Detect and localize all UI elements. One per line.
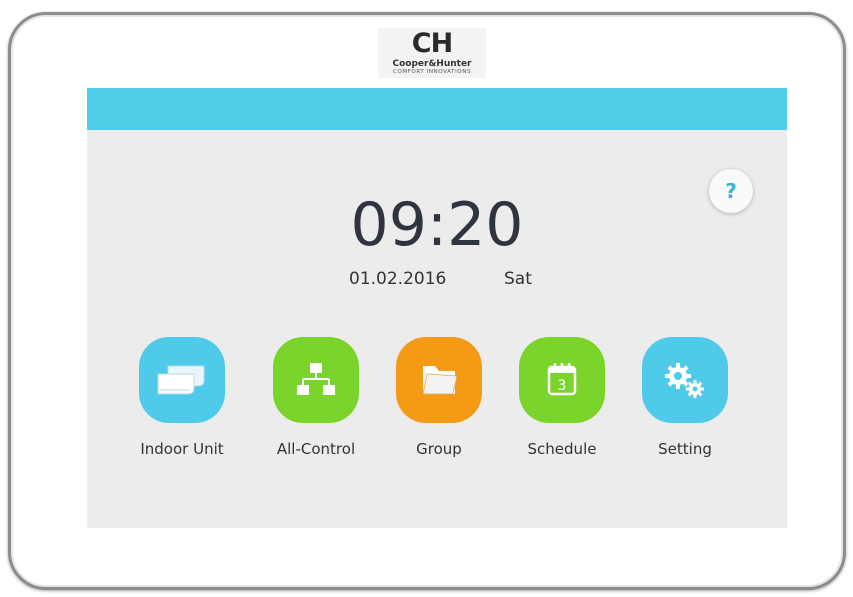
gears-icon	[665, 363, 704, 398]
clock-time: 09:20	[350, 190, 524, 260]
indoor-unit-icon	[157, 365, 205, 395]
top-bar	[87, 88, 787, 130]
touch-screen: ? 09:20 01.02.2016 Sat Indoor Unit All-C…	[87, 88, 787, 528]
group-button[interactable]	[396, 337, 482, 423]
clock-day: Sat	[504, 269, 532, 289]
setting-button[interactable]	[642, 337, 728, 423]
brand-logo: CH Cooper&Hunter COMFORT INNOVATIONS	[378, 28, 486, 78]
menu-item-setting[interactable]: Setting	[620, 337, 750, 459]
menu-label-schedule: Schedule	[527, 440, 597, 458]
brand-logo-name: Cooper&Hunter	[392, 59, 472, 69]
brand-logo-mark: CH	[411, 28, 453, 59]
indoor-unit-button[interactable]	[139, 337, 225, 423]
menu-item-indoor-unit[interactable]: Indoor Unit	[117, 337, 247, 459]
network-tree-icon	[297, 363, 335, 395]
calendar-icon: 3	[547, 363, 577, 396]
menu-item-all-control[interactable]: All-Control	[251, 337, 381, 459]
menu-label-group: Group	[416, 440, 462, 458]
calendar-day-number: 3	[558, 378, 567, 394]
folder-icon	[422, 366, 458, 395]
menu-label-setting: Setting	[658, 440, 712, 458]
menu-item-schedule[interactable]: 3 Schedule	[497, 337, 627, 459]
menu-item-group[interactable]: Group	[374, 337, 504, 459]
schedule-button[interactable]: 3	[519, 337, 605, 423]
brand-logo-tagline: COMFORT INNOVATIONS	[392, 69, 472, 75]
menu-label-indoor-unit: Indoor Unit	[140, 440, 224, 458]
all-control-button[interactable]	[273, 337, 359, 423]
clock-date: 01.02.2016	[349, 269, 447, 289]
menu-label-all-control: All-Control	[276, 440, 356, 458]
